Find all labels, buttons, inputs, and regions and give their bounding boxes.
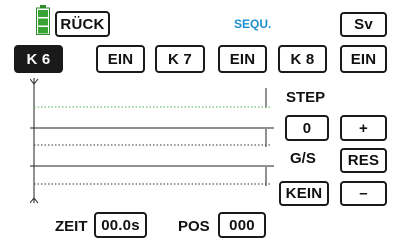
save-button[interactable]: Sv bbox=[340, 12, 387, 37]
channel-k7-state[interactable]: EIN bbox=[218, 45, 267, 73]
step-label: STEP bbox=[286, 89, 326, 106]
pos-value-field[interactable]: 000 bbox=[218, 212, 266, 238]
page-title: SEQU. bbox=[234, 17, 272, 31]
sequence-graph bbox=[30, 78, 274, 204]
minus-button[interactable]: – bbox=[340, 181, 387, 206]
zeit-label: ZEIT bbox=[55, 218, 88, 235]
plus-button[interactable]: + bbox=[340, 115, 387, 141]
battery-icon bbox=[36, 5, 50, 35]
screen: RÜCK SEQU. Sv K 6 EIN K 7 EIN K 8 EIN ST… bbox=[0, 0, 394, 248]
reset-button[interactable]: RES bbox=[340, 148, 387, 173]
gs-value-field[interactable]: KEIN bbox=[279, 181, 329, 206]
channel-k8-state[interactable]: EIN bbox=[340, 45, 387, 73]
channel-k6-state[interactable]: EIN bbox=[96, 45, 145, 73]
gs-label: G/S bbox=[290, 150, 316, 167]
channel-k8-button[interactable]: K 8 bbox=[278, 45, 327, 73]
back-button[interactable]: RÜCK bbox=[55, 11, 110, 37]
step-value-field[interactable]: 0 bbox=[285, 115, 329, 141]
channel-k6-button[interactable]: K 6 bbox=[14, 45, 63, 73]
channel-k7-button[interactable]: K 7 bbox=[155, 45, 205, 73]
zeit-value-field[interactable]: 00.0s bbox=[94, 212, 147, 238]
pos-label: POS bbox=[178, 218, 210, 235]
